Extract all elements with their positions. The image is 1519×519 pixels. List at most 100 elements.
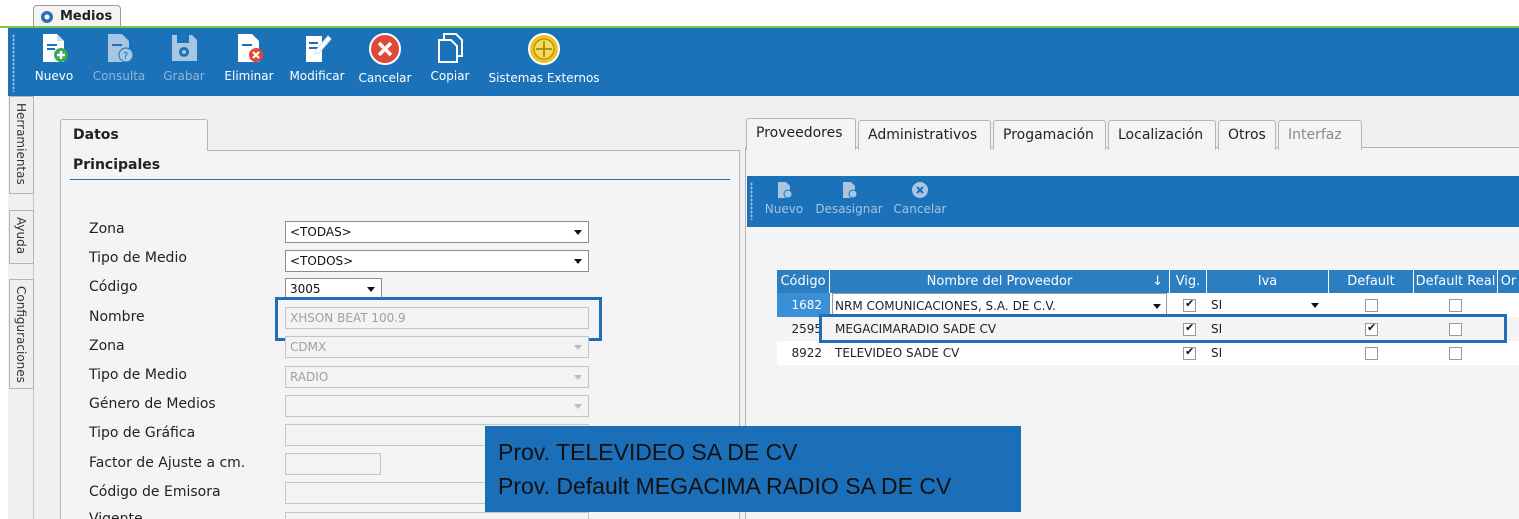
tab-otros-label: Otros <box>1228 127 1266 143</box>
chevron-down-icon <box>367 287 375 292</box>
tab-progamacion[interactable]: Progamación <box>993 120 1106 150</box>
column-header-codigo[interactable]: Código <box>777 270 830 293</box>
field-label-zona: Zona <box>89 221 125 237</box>
cancel-icon <box>369 33 401 65</box>
zona-select[interactable]: <TODAS> <box>285 221 589 243</box>
side-tab-herramientas[interactable]: Herramientas <box>9 96 34 194</box>
genero-medios-select[interactable] <box>285 395 589 417</box>
chevron-down-icon <box>1153 304 1161 309</box>
tipo-medio-select-value: <TODOS> <box>290 254 354 268</box>
zona-detail-value: CDMX <box>290 340 327 354</box>
default-checkbox[interactable] <box>1365 299 1378 312</box>
tipo-medio-detail-value: RADIO <box>290 370 329 384</box>
field-label-codigo: Código <box>89 279 138 295</box>
chevron-down-icon <box>574 259 582 264</box>
field-label-tipo-medio: Tipo de Medio <box>89 250 187 266</box>
cancel-button[interactable]: Cancelar <box>356 32 414 92</box>
column-header-default[interactable]: Default <box>1329 270 1414 293</box>
zona-select-value: <TODAS> <box>290 225 352 239</box>
default-provider-highlight-box <box>819 314 1507 343</box>
unassign-button[interactable]: Desasignar <box>814 181 884 216</box>
factor-ajuste-field[interactable] <box>285 453 381 475</box>
svg-text:?: ? <box>123 51 128 62</box>
copy-button-label: Copiar <box>430 69 470 83</box>
field-label-genero-medios: Género de Medios <box>89 396 216 412</box>
callout-line-2: Prov. Default MEGACIMA RADIO SA DE CV <box>498 473 952 499</box>
chevron-down-icon <box>574 375 582 380</box>
copy-button[interactable]: Copiar <box>428 32 472 92</box>
cell-codigo: 8922 <box>791 346 822 360</box>
tab-localizacion[interactable]: Localización <box>1108 120 1216 150</box>
vig-checkbox[interactable] <box>1183 297 1196 312</box>
vig-checkbox[interactable] <box>1183 345 1196 360</box>
column-header-nombre[interactable]: Nombre del Proveedor ↓ <box>830 270 1170 293</box>
column-header-iva[interactable]: Iva <box>1207 270 1329 293</box>
new-button[interactable]: Nuevo <box>34 32 74 92</box>
tab-administrativos[interactable]: Administrativos <box>858 120 991 150</box>
field-label-tipo-medio-2: Tipo de Medio <box>89 367 187 383</box>
tab-interfaz-label: Interfaz <box>1288 127 1342 143</box>
side-tab-label: Herramientas <box>14 103 28 185</box>
callout-line-1: Prov. TELEVIDEO SA DE CV <box>498 439 798 465</box>
default-real-checkbox[interactable] <box>1449 299 1462 312</box>
annotation-callout: Prov. TELEVIDEO SA DE CV Prov. Default M… <box>485 426 1021 512</box>
field-label-codigo-emisora: Código de Emisora <box>89 484 221 500</box>
tab-interfaz[interactable]: Interfaz <box>1278 120 1362 150</box>
tipo-medio-detail-select[interactable]: RADIO <box>285 366 589 388</box>
default-real-checkbox[interactable] <box>1449 347 1462 360</box>
save-icon <box>172 35 197 61</box>
proveedor-new-label: Nuevo <box>764 202 804 216</box>
cell-iva: SI <box>1211 298 1223 312</box>
toolbar-grip[interactable] <box>12 34 15 92</box>
proveedor-cancel-button[interactable]: Cancelar <box>892 181 948 216</box>
edit-icon <box>306 35 332 62</box>
tab-otros[interactable]: Otros <box>1218 120 1276 150</box>
cell-iva: SI <box>1211 346 1223 360</box>
side-tab-label: Ayuda <box>14 217 28 255</box>
tab-localizacion-label: Localización <box>1118 127 1204 143</box>
field-label-factor-ajuste: Factor de Ajuste a cm. <box>89 455 246 471</box>
vigente-field[interactable] <box>285 512 589 519</box>
copy-icon <box>438 33 463 63</box>
unassign-label: Desasignar <box>815 202 883 216</box>
query-document-icon: ? <box>108 34 134 63</box>
delete-button-label: Eliminar <box>224 69 274 83</box>
tab-administrativos-label: Administrativos <box>868 127 978 143</box>
external-systems-icon <box>528 33 560 65</box>
external-systems-button-label: Sistemas Externos <box>488 71 600 85</box>
codigo-select-value: 3005 <box>290 282 321 296</box>
delete-button[interactable]: Eliminar <box>224 32 274 92</box>
chevron-down-icon <box>1311 303 1319 308</box>
sort-icon: ↓ <box>1152 274 1163 289</box>
media-icon <box>41 11 53 23</box>
chevron-down-icon <box>574 404 582 409</box>
column-header-vig[interactable]: Vig. <box>1170 270 1207 293</box>
modify-button[interactable]: Modificar <box>287 32 347 92</box>
side-tab-ayuda[interactable]: Ayuda <box>9 210 34 264</box>
side-tab-configuraciones[interactable]: Configuraciones <box>9 279 34 389</box>
column-header-nombre-label: Nombre del Proveedor <box>926 274 1073 289</box>
default-checkbox[interactable] <box>1365 347 1378 360</box>
proveedor-cancel-label: Cancelar <box>893 202 947 216</box>
tab-progamacion-label: Progamación <box>1003 127 1094 143</box>
column-header-default-real[interactable]: Default Real <box>1414 270 1498 293</box>
document-tab-medios[interactable]: Medios <box>33 5 122 27</box>
new-document-icon <box>43 34 68 62</box>
tab-proveedores-label: Proveedores <box>756 125 843 141</box>
column-header-or[interactable]: Or <box>1498 270 1519 293</box>
zona-detail-select[interactable]: CDMX <box>285 336 589 358</box>
document-tab-label: Medios <box>60 9 113 24</box>
table-row[interactable]: 8922 TELEVIDEO SADE CV SI <box>777 341 1519 365</box>
tab-datos-principales[interactable]: Datos Principales <box>60 119 208 173</box>
field-label-tipo-grafica: Tipo de Gráfica <box>89 425 196 441</box>
proveedor-new-button[interactable]: Nuevo <box>764 181 804 216</box>
save-button[interactable]: Grabar <box>160 32 208 92</box>
external-systems-button[interactable]: Sistemas Externos <box>487 32 601 92</box>
query-button-label: Consulta <box>92 69 146 83</box>
proveedores-toolbar-grip[interactable] <box>750 182 753 220</box>
modify-button-label: Modificar <box>289 69 345 83</box>
tab-proveedores[interactable]: Proveedores <box>746 118 856 150</box>
query-button[interactable]: ? Consulta <box>90 32 148 92</box>
field-label-zona-2: Zona <box>89 338 125 354</box>
tipo-medio-select[interactable]: <TODOS> <box>285 250 589 272</box>
